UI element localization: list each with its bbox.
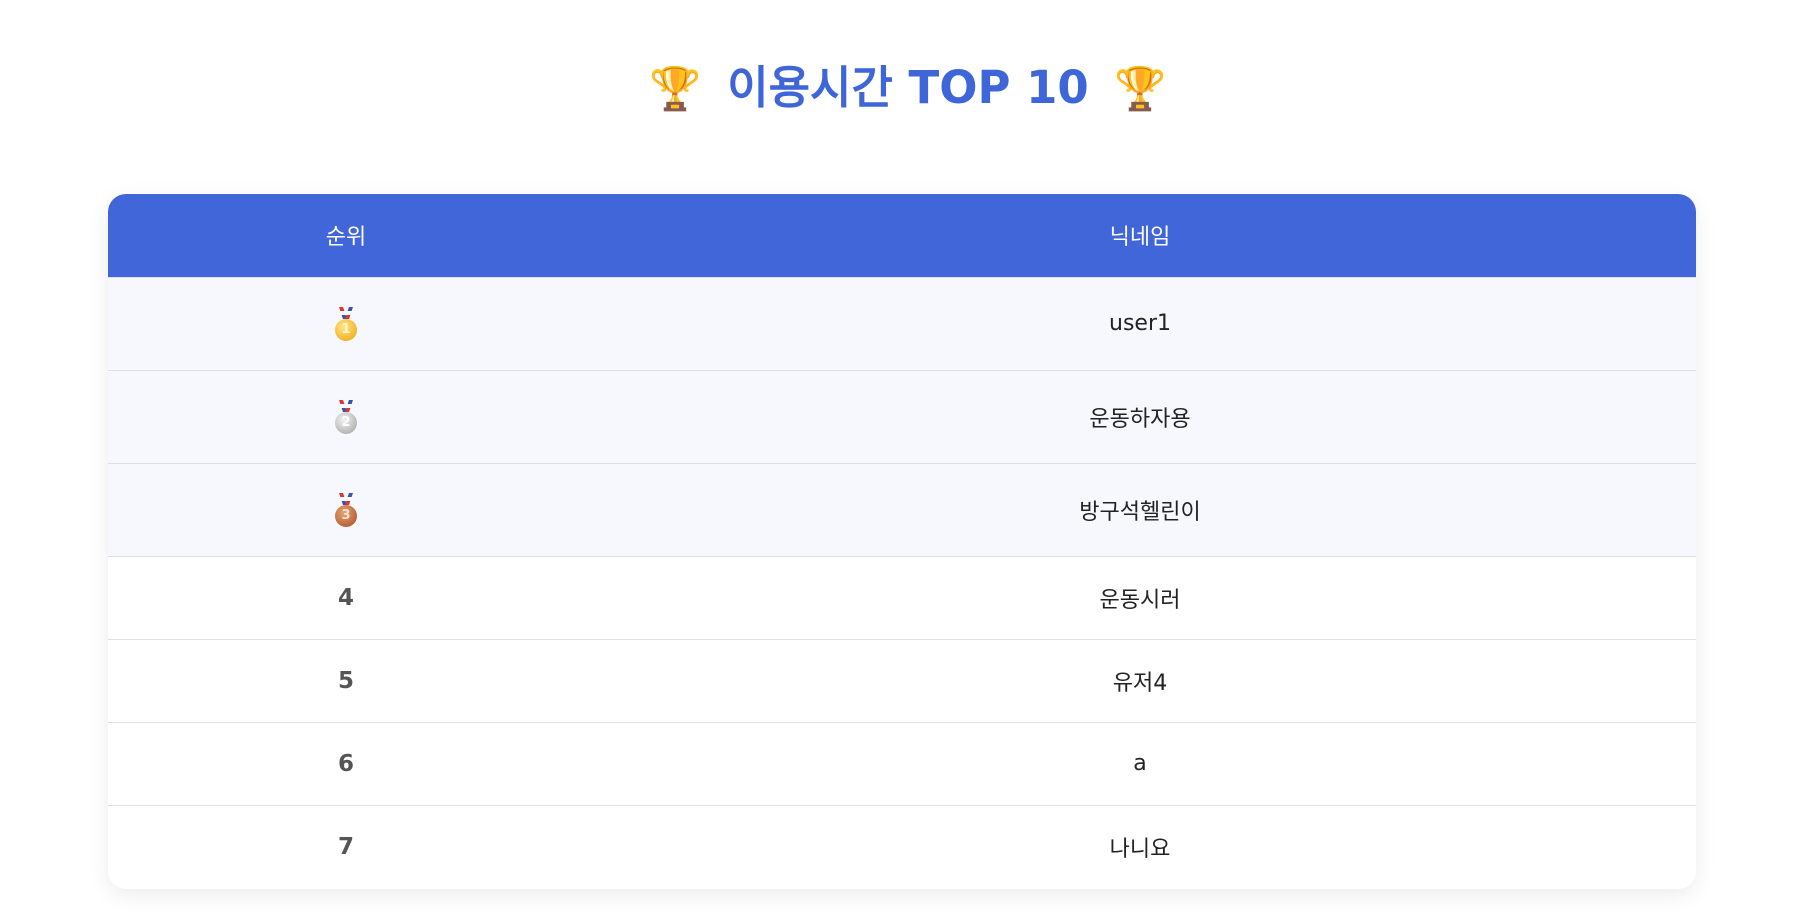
nickname-cell: a [1133,751,1147,776]
ranking-table-card: 순위 닉네임 1 user1 2 운동하자용 3 방구석헬린이 4 운동시러 5… [108,194,1696,889]
trophy-icon: 🏆 [649,64,702,113]
table-row: 2 운동하자용 [108,370,1696,463]
ranking-table: 순위 닉네임 1 user1 2 운동하자용 3 방구석헬린이 4 운동시러 5… [108,194,1696,888]
title-text: 이용시간 TOP 10 [727,61,1089,114]
column-header-rank: 순위 [325,225,367,251]
table-row: 5 유저4 [108,639,1696,722]
gold-medal-icon: 1 [335,307,357,341]
table-header: 순위 닉네임 [108,194,1696,277]
nickname-cell: 나니요 [1109,836,1171,862]
ranking-page: 🏆 이용시간 TOP 10 🏆 순위 닉네임 1 user1 2 운동하자용 3… [0,0,1816,912]
page-title: 🏆 이용시간 TOP 10 🏆 [0,58,1816,119]
nickname-cell: 운동시러 [1099,587,1181,613]
rank-cell: 2 [108,370,584,463]
table-row: 6 a [108,722,1696,805]
nickname-cell: 운동하자용 [1089,406,1191,432]
trophy-icon: 🏆 [1114,64,1167,113]
nickname-cell: 유저4 [1112,670,1168,696]
rank-cell: 5 [337,667,354,694]
bronze-medal-icon: 3 [335,493,357,527]
rank-cell: 4 [337,584,354,611]
table-header-row: 순위 닉네임 [108,194,1696,277]
table-row: 3 방구석헬린이 [108,463,1696,556]
rank-cell: 6 [337,750,354,777]
silver-medal-icon: 2 [335,400,357,434]
column-header-nickname: 닉네임 [1109,225,1171,251]
nickname-cell: user1 [1109,311,1171,336]
rank-cell: 1 [108,277,584,370]
rank-cell: 3 [108,463,584,556]
table-row: 1 user1 [108,277,1696,370]
table-body: 1 user1 2 운동하자용 3 방구석헬린이 4 운동시러 5 유저4 6 … [108,277,1696,888]
table-row: 7 나니요 [108,805,1696,888]
rank-cell: 7 [337,833,354,860]
nickname-cell: 방구석헬린이 [1079,499,1201,525]
table-row: 4 운동시러 [108,556,1696,639]
